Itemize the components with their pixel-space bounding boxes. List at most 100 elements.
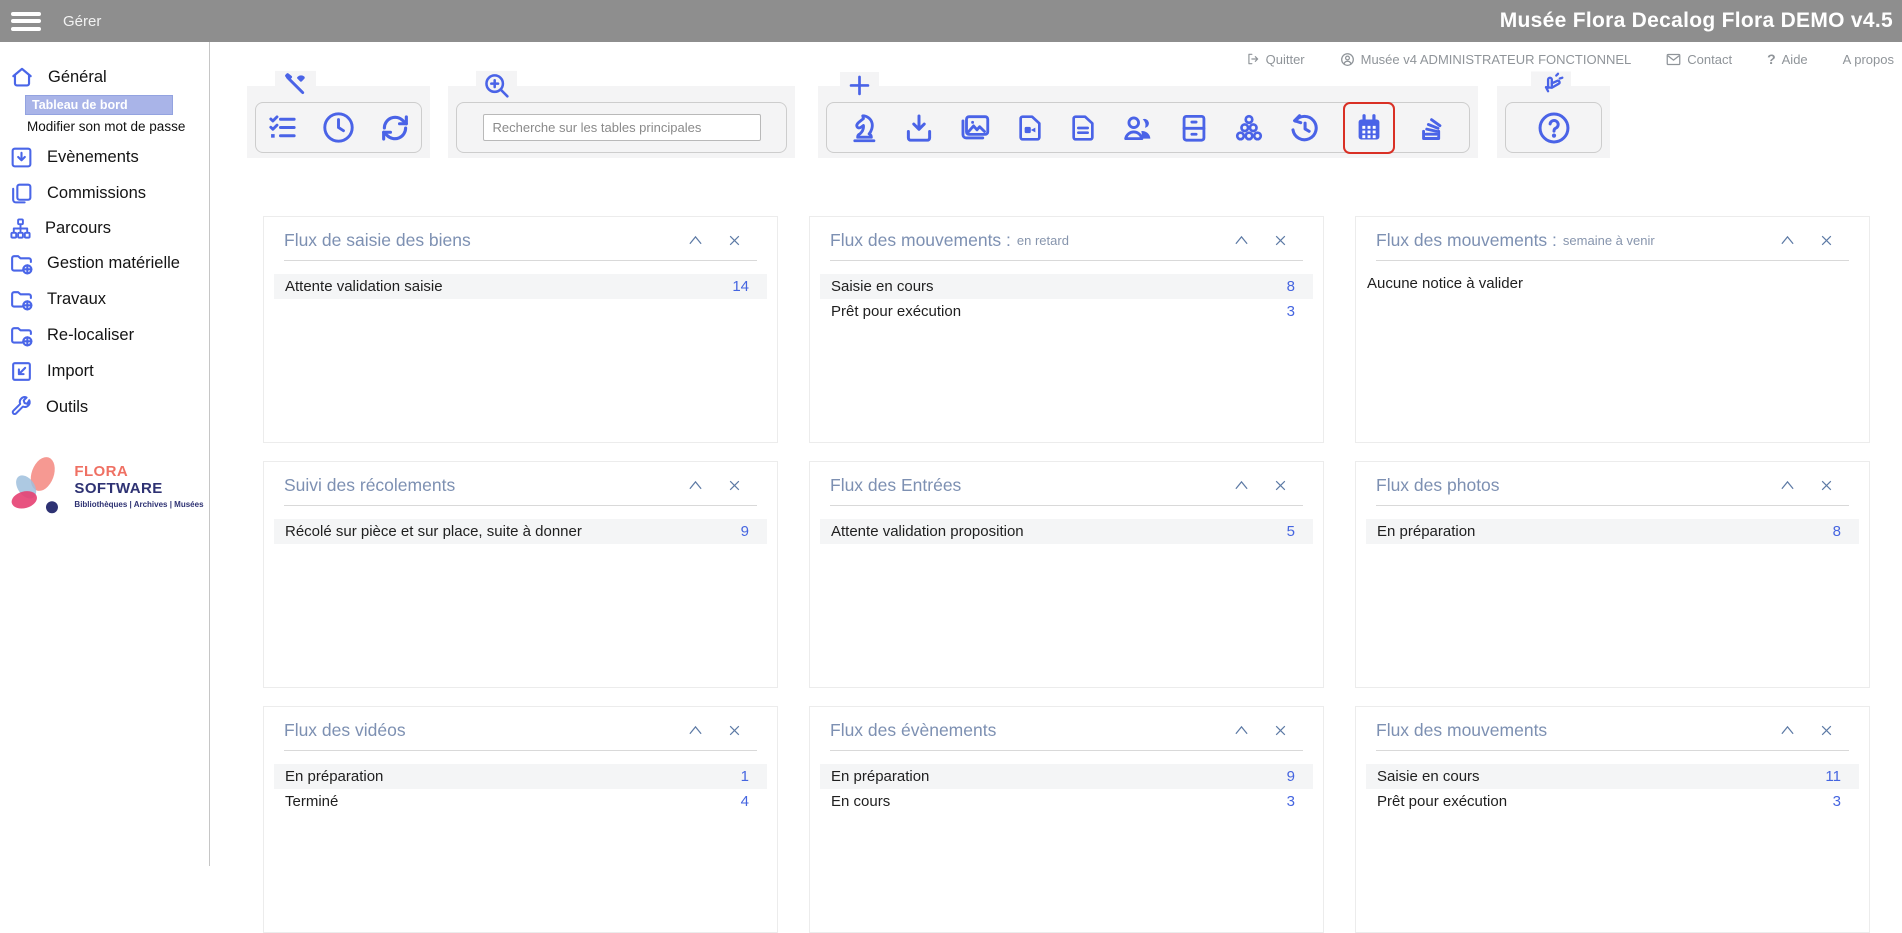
card-flux-mouvements-retard: Flux des mouvements : en retard Saisie e… [809,216,1324,443]
toolbar-refresh-button[interactable] [378,111,412,145]
copy-icon [9,181,34,206]
close-icon [728,234,741,247]
card-row[interactable]: Saisie en cours 8 [820,274,1313,299]
collapse-button[interactable] [1234,479,1249,492]
row-count-link[interactable]: 14 [732,278,749,295]
sidebar-item-outils[interactable]: Outils [0,391,209,423]
collapse-button[interactable] [1234,724,1249,737]
sidebar-item-relocaliser[interactable]: Re-localiser [0,319,209,352]
sidebar-item-parcours[interactable]: Parcours [0,213,209,244]
sidebar-item-gestion-materielle[interactable]: Gestion matérielle [0,247,209,280]
contact-link[interactable]: Contact [1666,52,1732,67]
account-link[interactable]: Musée v4 ADMINISTRATEUR FONCTIONNEL [1340,52,1632,67]
card-row[interactable]: En préparation 9 [820,764,1313,789]
card-row[interactable]: En préparation 1 [274,764,767,789]
collapse-button[interactable] [1780,724,1795,737]
help-circle-icon [1536,110,1572,146]
close-button[interactable] [1274,234,1287,247]
card-row[interactable]: Récolé sur pièce et sur place, suite à d… [274,519,767,544]
sidebar-item-import[interactable]: Import [0,355,209,388]
close-button[interactable] [728,724,741,737]
close-button[interactable] [1274,479,1287,492]
close-icon [1274,724,1287,737]
toolbar-checklist-button[interactable] [266,111,299,144]
card-row[interactable]: Attente validation saisie 14 [274,274,767,299]
help-link[interactable]: ? Aide [1767,51,1808,67]
sidebar-item-commissions[interactable]: Commissions [0,177,209,210]
card-row[interactable]: Terminé 4 [274,789,767,814]
toolbar-contacts-button[interactable] [1120,111,1156,145]
about-link[interactable]: A propos [1843,52,1894,67]
folder-globe-icon [9,287,34,312]
close-button[interactable] [728,234,741,247]
toolbar-photos-button[interactable] [957,111,993,145]
sidebar-item-evenements[interactable]: Evènements [0,141,209,174]
collapse-button[interactable] [688,479,703,492]
card-row[interactable]: Attente validation proposition 5 [820,519,1313,544]
card-title: Suivi des récolements [284,475,455,496]
card-row[interactable]: Saisie en cours 11 [1366,764,1859,789]
close-button[interactable] [1820,479,1833,492]
collapse-button[interactable] [1780,479,1795,492]
toolbar-import-notice-button[interactable] [902,111,936,145]
collapse-button[interactable] [1780,234,1795,247]
card-row[interactable]: Prêt pour exécution 3 [820,299,1313,324]
card-row[interactable]: En préparation 8 [1366,519,1859,544]
tools-icon [281,71,310,100]
row-count-link[interactable]: 3 [1833,793,1841,810]
close-button[interactable] [728,479,741,492]
close-icon [1274,234,1287,247]
logo-tagline: Bibliothèques | Archives | Musées [74,500,209,509]
close-button[interactable] [1274,724,1287,737]
import-icon [9,359,34,384]
row-count-link[interactable]: 8 [1287,278,1295,295]
close-button[interactable] [1820,234,1833,247]
row-count-link[interactable]: 9 [1287,768,1295,785]
card-row[interactable]: En cours 3 [820,789,1313,814]
card-flux-saisie-biens: Flux de saisie des biens Attente validat… [263,216,778,443]
logo-primary: FLORA [74,463,127,480]
toolbar-group-create [818,86,1478,158]
toolbar-storage-button[interactable] [1177,111,1211,145]
card-title: Flux des Entrées [830,475,961,496]
file-text-icon [1067,111,1099,145]
collapse-button[interactable] [1234,234,1249,247]
row-count-link[interactable]: 9 [741,523,749,540]
toolbar-group-help [1497,86,1610,158]
row-count-link[interactable]: 4 [741,793,749,810]
toolbar-batch-button[interactable] [1416,111,1449,144]
top-bar: Gérer Musée Flora Decalog Flora DEMO v4.… [0,0,1902,42]
sidebar-item-travaux[interactable]: Travaux [0,283,209,316]
sidebar-item-general[interactable]: Général [0,60,209,94]
file-video-icon [1014,111,1046,145]
row-count-link[interactable]: 11 [1825,768,1841,785]
user-bar: Quitter Musée v4 ADMINISTRATEUR FONCTION… [211,42,1902,76]
hamburger-menu-icon[interactable] [11,12,41,31]
toolbar-videos-button[interactable] [1014,111,1046,145]
toolbar-documents-button[interactable] [1067,111,1099,145]
card-flux-videos: Flux des vidéos En préparation 1 Terminé… [263,706,778,933]
quit-link[interactable]: Quitter [1246,52,1305,67]
row-count-link[interactable]: 8 [1833,523,1841,540]
close-button[interactable] [1820,724,1833,737]
row-count-link[interactable]: 1 [741,768,749,785]
collapse-button[interactable] [688,724,703,737]
row-count-link[interactable]: 3 [1287,303,1295,320]
row-count-link[interactable]: 5 [1287,523,1295,540]
toolbar-calendar-button[interactable] [1353,132,1385,149]
search-input[interactable] [483,114,761,141]
images-icon [957,111,993,145]
menu-label[interactable]: Gérer [63,13,101,30]
sidebar-item-tableau-de-bord[interactable]: Tableau de bord [25,95,173,115]
toolbar-object-button[interactable] [847,111,881,145]
toolbar-clock-button[interactable] [321,110,356,145]
chevron-up-icon [1780,479,1795,491]
card-row[interactable]: Prêt pour exécution 3 [1366,789,1859,814]
collapse-button[interactable] [688,234,703,247]
toolbar-help-button[interactable] [1536,110,1572,146]
zoom-in-icon [482,71,511,100]
toolbar-thesaurus-button[interactable] [1232,111,1266,145]
sidebar-item-modifier-mot-de-passe[interactable]: Modifier son mot de passe [25,115,209,136]
row-count-link[interactable]: 3 [1287,793,1295,810]
toolbar-history-button[interactable] [1287,110,1322,145]
